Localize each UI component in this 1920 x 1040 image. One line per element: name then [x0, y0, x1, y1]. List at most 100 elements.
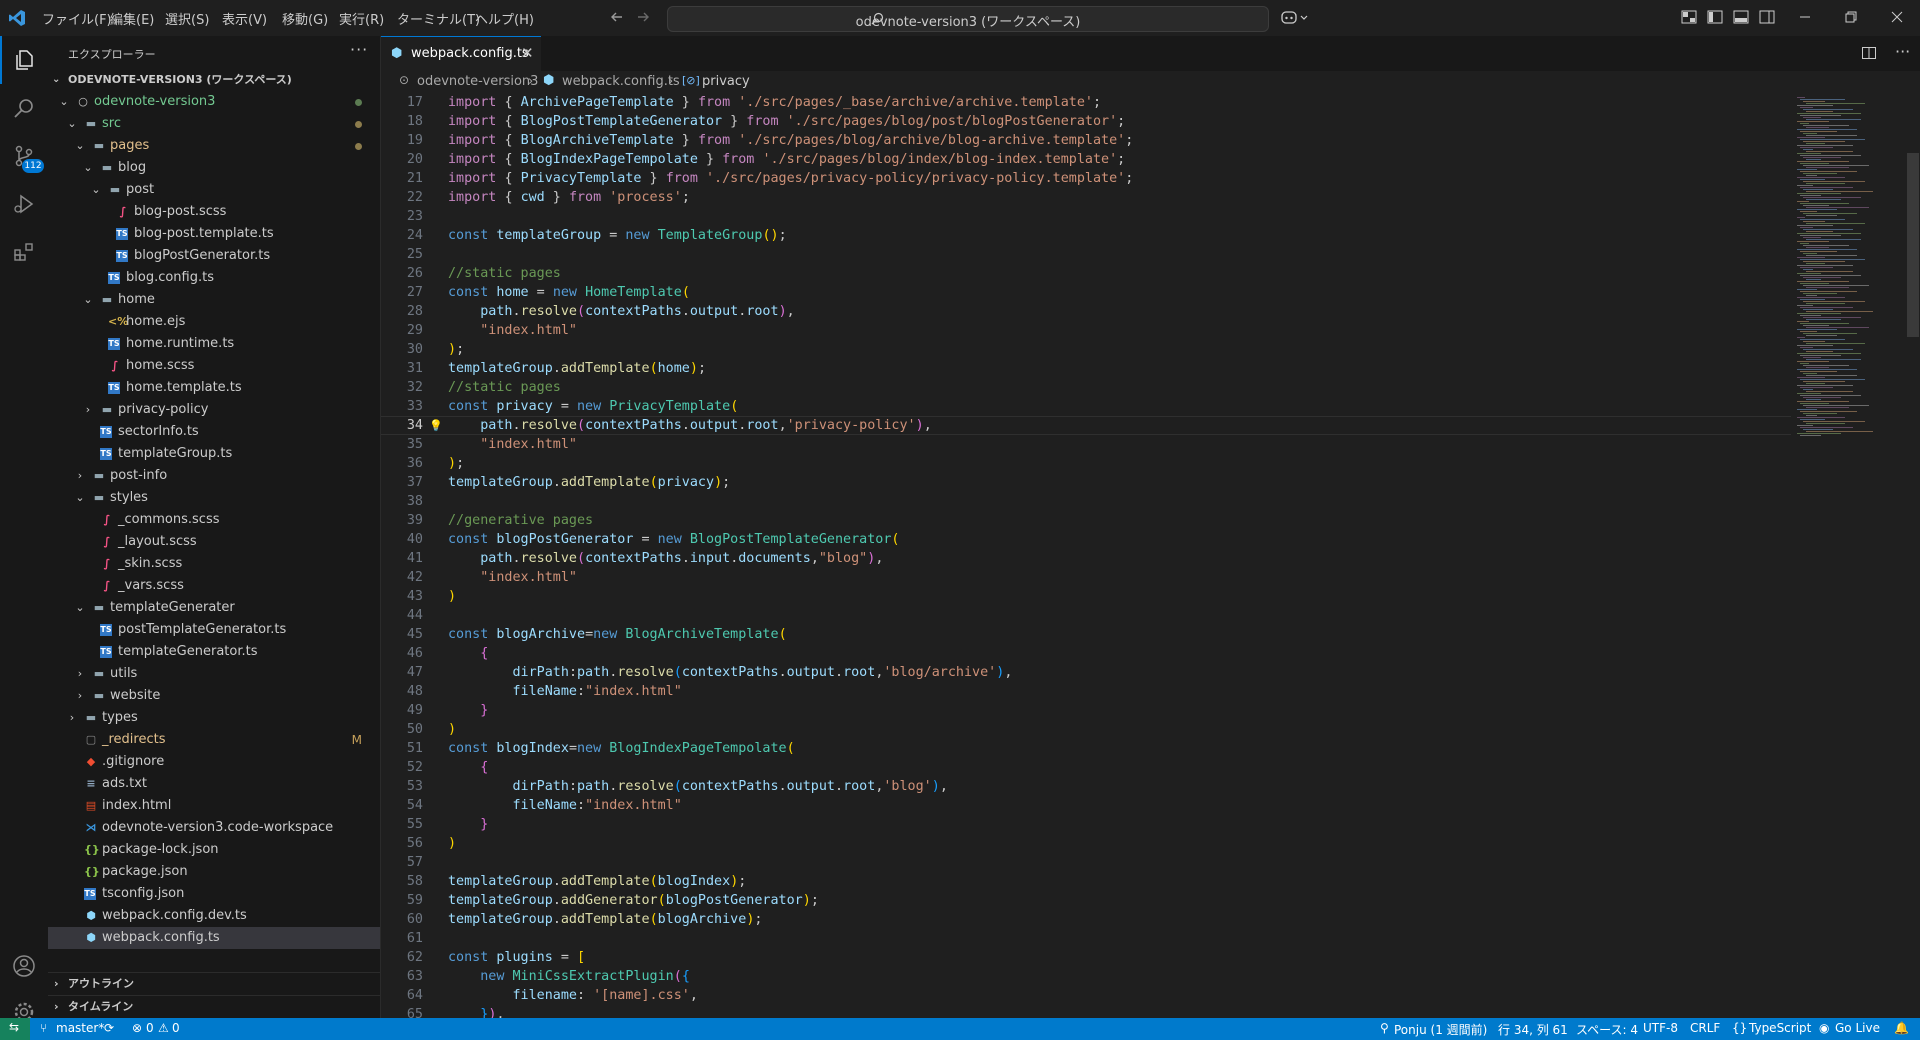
encoding[interactable]: UTF-8 [1643, 1021, 1678, 1035]
tree-folder[interactable]: ⌄ ▬ templateGenerater [48, 597, 380, 619]
menu-item[interactable]: ヘルプ(H) [475, 9, 534, 28]
vscode-logo-icon[interactable] [8, 9, 26, 27]
sync-icon[interactable]: ⟳ [104, 1021, 114, 1035]
tree-file[interactable]: ⬢ webpack.config.ts [48, 927, 380, 949]
tree-file[interactable]: ∫ home.scss [48, 355, 380, 377]
tree-file[interactable]: ⬢ webpack.config.dev.ts [48, 905, 380, 927]
indentation[interactable]: スペース: 4 [1576, 1021, 1638, 1038]
run-debug-activity[interactable] [0, 180, 48, 228]
tree-folder[interactable]: › ▬ utils [48, 663, 380, 685]
tree-folder[interactable]: ⌄ ○ odevnote-version3 [48, 91, 380, 113]
tree-item-label: utils [110, 666, 138, 681]
tree-file[interactable]: <% home.ejs [48, 311, 380, 333]
split-editor-icon[interactable] [1861, 45, 1877, 61]
minimap-line [1797, 185, 1813, 186]
tree-file[interactable]: TS blog-post.template.ts [48, 223, 380, 245]
minimize-icon[interactable] [1796, 8, 1814, 26]
tree-file[interactable]: ≡ ads.txt [48, 773, 380, 795]
code-editor[interactable]: 17 import { ArchivePageTemplate } from '.… [381, 93, 1791, 1018]
minimap-line [1803, 141, 1845, 142]
workspace-header[interactable]: ⌄ ODEVNOTE-VERSION3 (ワークスペース) [48, 69, 380, 91]
tree-file[interactable]: TS home.runtime.ts [48, 333, 380, 355]
tree-file[interactable]: TS postTemplateGenerator.ts [48, 619, 380, 641]
tree-file[interactable]: ∫ _layout.scss [48, 531, 380, 553]
tree-file[interactable]: ⋊ odevnote-version3.code-workspace [48, 817, 380, 839]
menu-item[interactable]: 編集(E) [110, 9, 154, 28]
tree-folder[interactable]: › ▬ types [48, 707, 380, 729]
more-actions-icon[interactable]: ··· [1895, 42, 1910, 61]
scrollbar-thumb[interactable] [1907, 153, 1919, 337]
bell-icon[interactable]: 🔔 [1894, 1021, 1909, 1035]
tree-file[interactable]: TS templateGroup.ts [48, 443, 380, 465]
tree-file[interactable]: ▤ index.html [48, 795, 380, 817]
tab-webpack-config[interactable]: ⬢ webpack.config.ts ✕ [381, 36, 541, 72]
timeline-section[interactable]: › タイムライン [48, 995, 380, 1018]
problems-count[interactable]: 0 [146, 1021, 154, 1035]
tree-file[interactable]: ▢ _redirects M [48, 729, 380, 751]
tree-file[interactable]: TS tsconfig.json [48, 883, 380, 905]
tree-file[interactable]: ◆ .gitignore [48, 751, 380, 773]
tree-folder[interactable]: › ▬ website [48, 685, 380, 707]
tree-file[interactable]: TS blogPostGenerator.ts [48, 245, 380, 267]
command-center-search[interactable]: odevnote-version3 (ワークスペース) [667, 6, 1269, 32]
tree-file[interactable]: TS templateGenerator.ts [48, 641, 380, 663]
tree-folder[interactable]: ⌄ ▬ home [48, 289, 380, 311]
breadcrumb-item[interactable]: webpack.config.ts [562, 74, 680, 89]
toggle-panel-icon[interactable] [1732, 8, 1750, 26]
ts-file-icon: TS [100, 448, 112, 460]
tree-file[interactable]: TS blog.config.ts [48, 267, 380, 289]
menu-item[interactable]: 選択(S) [165, 9, 209, 28]
source-control-activity[interactable]: 112 [0, 132, 48, 180]
breadcrumb-item[interactable]: privacy [702, 74, 750, 89]
tree-file[interactable]: ∫ blog-post.scss [48, 201, 380, 223]
toggle-primary-sidebar-icon[interactable] [1706, 8, 1724, 26]
git-blame[interactable]: Ponju (1 週間前) [1394, 1021, 1487, 1038]
customize-layout-icon[interactable] [1680, 8, 1698, 26]
tree-folder[interactable]: ⌄ ▬ src [48, 113, 380, 135]
menu-item[interactable]: ファイル(F) [42, 9, 112, 28]
tree-file[interactable]: ∫ _commons.scss [48, 509, 380, 531]
minimap[interactable] [1791, 93, 1920, 1018]
restore-icon[interactable] [1842, 8, 1860, 26]
tree-file[interactable]: ∫ _vars.scss [48, 575, 380, 597]
menu-item[interactable]: 移動(G) [282, 9, 328, 28]
outline-section[interactable]: › アウトライン [48, 973, 380, 995]
lightbulb-icon[interactable]: 💡 [429, 416, 443, 435]
line-number: 27 [406, 285, 423, 300]
tree-file[interactable]: TS sectorInfo.ts [48, 421, 380, 443]
tree-folder[interactable]: › ▬ privacy-policy [48, 399, 380, 421]
tree-file[interactable]: TS home.template.ts [48, 377, 380, 399]
line-ending[interactable]: CRLF [1690, 1021, 1720, 1035]
branch-name[interactable]: master* [56, 1021, 104, 1035]
explorer-activity[interactable] [0, 36, 48, 84]
tree-folder[interactable]: ⌄ ▬ styles [48, 487, 380, 509]
menu-item[interactable]: ターミナル(T) [397, 9, 480, 28]
tree-file[interactable]: {} package-lock.json [48, 839, 380, 861]
search-activity[interactable] [0, 84, 48, 132]
tree-folder[interactable]: ⌄ ▬ blog [48, 157, 380, 179]
toggle-secondary-sidebar-icon[interactable] [1758, 8, 1776, 26]
close-tab-icon[interactable]: ✕ [521, 44, 534, 62]
remote-indicator[interactable]: ⇆ [0, 1018, 30, 1040]
minimap-line [1797, 409, 1817, 410]
tree-file[interactable]: {} package.json [48, 861, 380, 883]
menu-item[interactable]: 実行(R) [339, 9, 384, 28]
cursor-position[interactable]: 行 34, 列 61 [1498, 1021, 1568, 1038]
minimap-line [1797, 97, 1805, 98]
tree-folder[interactable]: › ▬ post-info [48, 465, 380, 487]
language-mode[interactable]: TypeScript [1749, 1021, 1811, 1035]
accounts-activity[interactable] [0, 942, 48, 990]
tree-folder[interactable]: ⌄ ▬ pages [48, 135, 380, 157]
menu-item[interactable]: 表示(V) [222, 9, 267, 28]
extensions-activity[interactable] [0, 228, 48, 276]
copilot-icon[interactable] [1280, 8, 1310, 26]
tree-file[interactable]: ∫ _skin.scss [48, 553, 380, 575]
close-window-icon[interactable] [1888, 8, 1906, 26]
go-live-button[interactable]: Go Live [1835, 1021, 1880, 1035]
breadcrumb-item[interactable]: odevnote-version3 [417, 74, 538, 89]
more-actions-icon[interactable]: ··· [350, 40, 368, 59]
warnings-count[interactable]: 0 [172, 1021, 180, 1035]
back-arrow-icon[interactable] [608, 8, 626, 26]
forward-arrow-icon[interactable] [634, 8, 652, 26]
tree-folder[interactable]: ⌄ ▬ post [48, 179, 380, 201]
